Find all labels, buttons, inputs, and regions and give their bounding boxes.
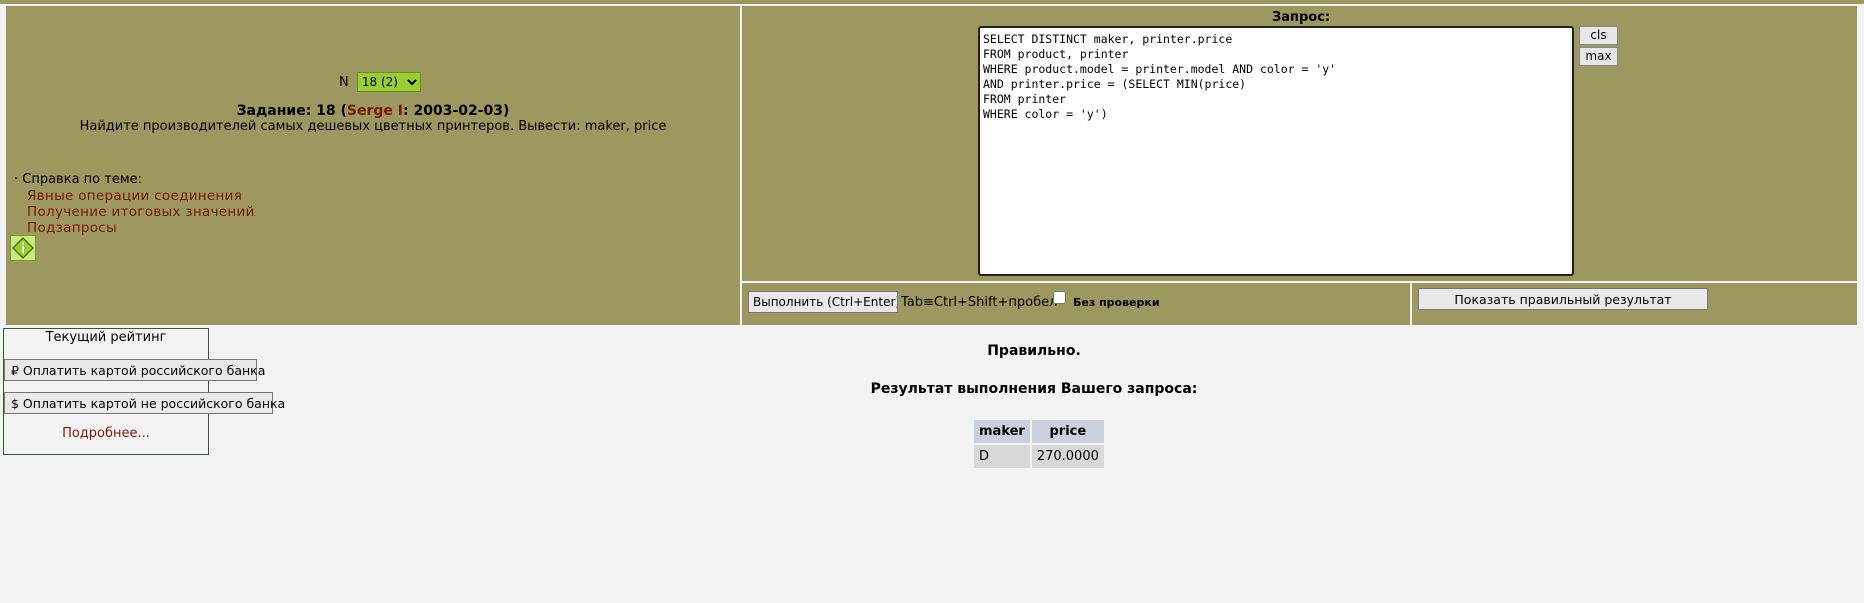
tab-hint: Tab≡Ctrl+Shift+пробел	[901, 295, 1058, 310]
pay-russian-card-button[interactable]: ₽ Оплатить картой российского банка	[4, 359, 265, 381]
no-check-checkbox[interactable]	[1053, 291, 1066, 304]
info-diamond-icon[interactable]	[10, 235, 36, 261]
more-details-link[interactable]: Подробнее...	[4, 426, 208, 441]
task-title: Задание: 18 (Serge I: 2003-02-03)	[6, 103, 740, 119]
maximize-button[interactable]: max	[1579, 47, 1618, 66]
result-status: Правильно.	[987, 343, 1081, 359]
execute-panel: Выполнить (Ctrl+Enter) Tab≡Ctrl+Shift+пр…	[742, 283, 1410, 325]
task-title-prefix: Задание: 18 (	[236, 103, 347, 119]
show-result-panel: Показать правильный результат	[1412, 283, 1857, 325]
result-heading: Результат выполнения Вашего запроса:	[870, 381, 1198, 397]
cell-price: 270.0000	[1031, 445, 1104, 468]
task-number-select[interactable]: 18 (2)	[356, 72, 421, 92]
column-header-maker: maker	[974, 420, 1030, 443]
table-row: D 270.0000	[974, 445, 1104, 468]
help-heading: · Справка по теме:	[14, 172, 143, 187]
result-table: maker price D 270.0000	[972, 418, 1106, 470]
task-description: Найдите производителей самых дешевых цве…	[79, 119, 667, 134]
cell-maker: D	[974, 445, 1030, 468]
task-title-suffix: : 2003-02-03)	[403, 103, 510, 119]
help-link-aggregates[interactable]: Получение итоговых значений	[27, 204, 255, 220]
task-selector-row: N 18 (2)	[339, 72, 421, 92]
clear-button[interactable]: cls	[1579, 26, 1618, 45]
execute-button[interactable]: Выполнить (Ctrl+Enter)	[748, 291, 898, 313]
query-panel: Запрос: SELECT DISTINCT maker, printer.p…	[742, 6, 1857, 281]
task-author-link[interactable]: Serge I	[347, 103, 403, 119]
help-link-subqueries[interactable]: Подзапросы	[27, 220, 255, 236]
task-number-label: N	[339, 75, 349, 90]
result-header-row: maker price	[974, 420, 1104, 443]
help-section: · Справка по теме: Явные операции соедин…	[14, 172, 255, 236]
task-panel: N 18 (2) Задание: 18 (Serge I: 2003-02-0…	[6, 6, 740, 325]
help-link-joins[interactable]: Явные операции соединения	[27, 188, 255, 204]
show-correct-result-button[interactable]: Показать правильный результат	[1418, 288, 1708, 310]
no-check-label: Без проверки	[1073, 296, 1160, 309]
query-editor[interactable]: SELECT DISTINCT maker, printer.price FRO…	[978, 26, 1574, 276]
column-header-price: price	[1031, 420, 1104, 443]
query-label: Запрос:	[1272, 10, 1331, 25]
